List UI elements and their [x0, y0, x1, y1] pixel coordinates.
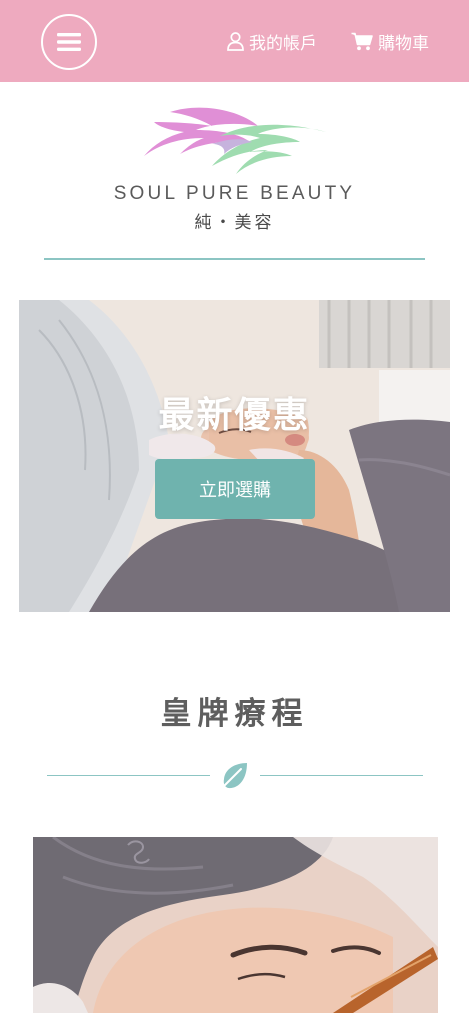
- promo-banner[interactable]: 最新優惠 立即選購: [19, 300, 450, 612]
- logo-divider: [44, 258, 425, 260]
- facial-treatment-photo: [19, 300, 450, 612]
- cart-link[interactable]: 購物車: [351, 28, 429, 54]
- promo-title: 最新優惠: [158, 395, 311, 436]
- menu-button[interactable]: [41, 14, 97, 70]
- treatment-photo: [33, 837, 438, 1013]
- cart-label: 購物車: [378, 33, 429, 54]
- shopping-cart-icon: [351, 32, 373, 50]
- logo-wings-icon: [144, 107, 326, 174]
- account-link[interactable]: 我的帳戶: [227, 28, 317, 54]
- section-divider-left: [47, 775, 210, 776]
- hamburger-menu-icon: [57, 33, 81, 51]
- brand-name: SOUL PURE BEAUTY: [113, 183, 356, 204]
- brand-logo[interactable]: SOUL PURE BEAUTY 純・美容: [0, 100, 469, 240]
- brand-subtitle: 純・美容: [194, 213, 275, 233]
- section-title: 皇牌療程: [160, 696, 309, 732]
- shop-now-button[interactable]: 立即選購: [155, 459, 315, 519]
- account-label: 我的帳戶: [249, 33, 317, 54]
- top-nav-bar: 我的帳戶 購物車: [0, 0, 469, 82]
- section-divider-right: [260, 775, 423, 776]
- user-icon: [227, 31, 244, 51]
- leaf-icon: [220, 763, 247, 790]
- treatment-card-image[interactable]: [33, 837, 438, 1013]
